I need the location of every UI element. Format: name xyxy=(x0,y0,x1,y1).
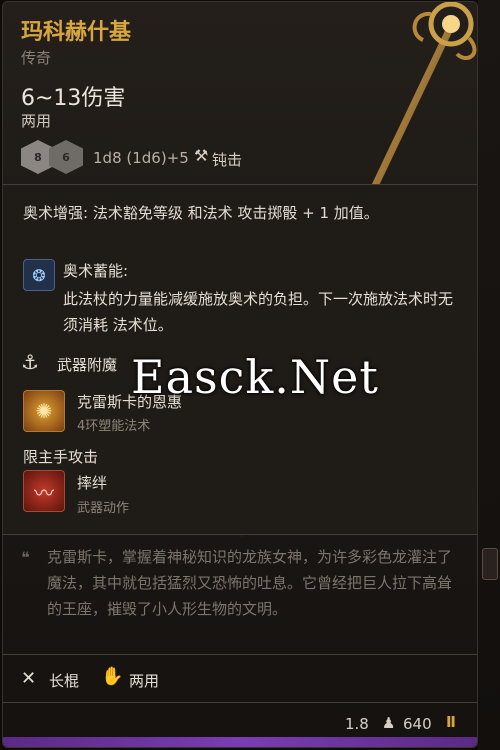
rarity-edge xyxy=(3,737,477,747)
item-rarity: 传奇 xyxy=(21,49,52,67)
item-damage: 6~13伤害 xyxy=(21,86,126,111)
weapon-type-label: 长棍 xyxy=(49,672,80,690)
spell-subtitle: 4环塑能法术 xyxy=(77,419,151,434)
background-strip xyxy=(478,0,500,750)
damage-type: 钝击 xyxy=(212,151,243,169)
anchor-icon: ⚓ xyxy=(21,350,39,374)
hand-usage-label: 两用 xyxy=(129,672,160,690)
arcane-charge-desc: 此法杖的力量能减缓施放奥术的负担。下一次施放法术时无须消耗 法术位。 xyxy=(63,290,454,334)
watermark: Easck.Net xyxy=(131,350,379,404)
item-weight: 1.8 xyxy=(345,715,369,733)
dice-icons: 8 6 xyxy=(21,140,91,174)
item-value: 640 xyxy=(403,715,432,733)
item-handedness: 两用 xyxy=(21,112,52,130)
arcane-icon: ❂ xyxy=(23,259,55,291)
item-tooltip: 玛科赫什基 传奇 6~13伤害 两用 8 6 1d8 (1d6)+5 ⚒ 钝击 … xyxy=(2,1,478,748)
trip-action-icon[interactable]: 〰 xyxy=(23,470,65,512)
d6-icon: 6 xyxy=(49,140,83,174)
side-ornament xyxy=(482,548,498,580)
quote-icon: ❝ xyxy=(21,548,30,567)
item-title: 玛科赫什基 xyxy=(21,20,132,45)
hammer-icon: ⚒ xyxy=(194,146,209,165)
arcane-charge-title: 奥术蓄能: xyxy=(63,262,129,280)
mainhand-label: 限主手攻击 xyxy=(23,448,99,466)
gold-icon: Ⅱ xyxy=(446,713,456,731)
sun-spell-icon[interactable]: ✺ xyxy=(23,390,65,432)
lore-text: 克雷斯卡，掌握着神秘知识的龙族女神，为许多彩色龙灌注了魔法，其中就包括猛烈又恐怖… xyxy=(47,548,453,618)
staff-icon xyxy=(369,2,477,192)
weapon-enchant-label: 武器附魔 xyxy=(57,356,118,374)
crossed-staff-icon: ✕ xyxy=(21,668,37,689)
dice-formula: 1d8 (1d6)+5 xyxy=(93,149,189,167)
proficiency-divider xyxy=(3,654,477,655)
action-name[interactable]: 摔绊 xyxy=(77,472,107,493)
hand-icon: ✋ xyxy=(101,666,124,687)
top-divider xyxy=(3,184,477,185)
lore-divider xyxy=(3,534,477,535)
footer-divider xyxy=(3,702,477,703)
person-icon: ♟ xyxy=(382,714,396,732)
arcane-enhancement-text: 奥术增强: 法术豁免等级 和法术 攻击掷骰 + 1 加值。 xyxy=(23,204,379,222)
action-subtitle: 武器动作 xyxy=(77,501,130,516)
